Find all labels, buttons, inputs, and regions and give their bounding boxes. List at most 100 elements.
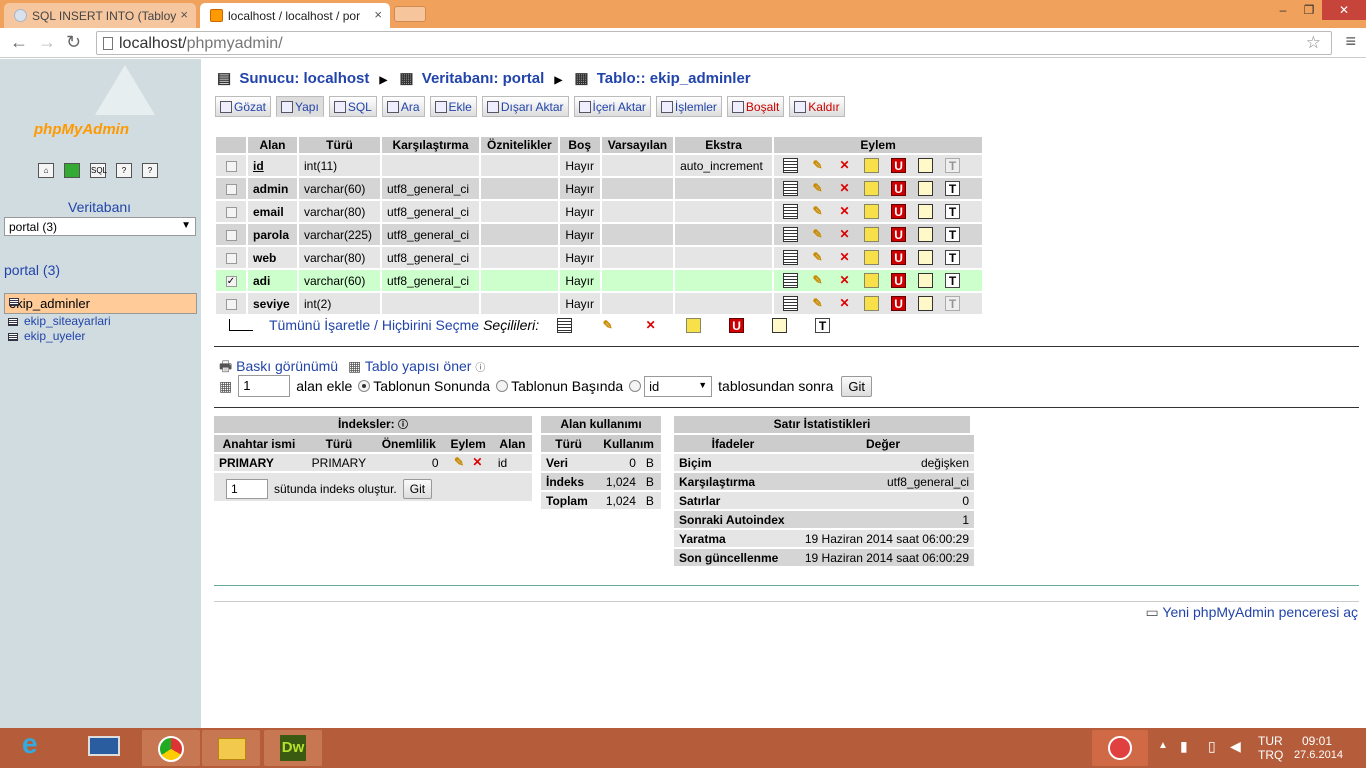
browse-icon[interactable] <box>783 273 799 288</box>
unique-icon[interactable]: U <box>891 227 907 242</box>
row-checkbox[interactable] <box>225 252 237 264</box>
help-icon[interactable]: ⓘ <box>475 363 485 374</box>
unique-icon[interactable]: U <box>729 317 745 333</box>
after-field-select[interactable]: id ▼ <box>644 375 713 397</box>
tray-expand-icon[interactable]: ▲ <box>1158 740 1168 751</box>
help-icon[interactable]: ⓘ <box>398 420 408 431</box>
browser-menu-icon[interactable]: ≡ <box>1345 31 1356 52</box>
radio-table-begin[interactable] <box>496 380 509 392</box>
tab-import[interactable]: İçeri Aktar <box>573 96 651 117</box>
primary-key-icon[interactable] <box>864 204 880 219</box>
propose-structure-link[interactable]: Tablo yapısı öner <box>365 358 472 374</box>
language-indicator[interactable]: TUR TRQ <box>1258 734 1283 762</box>
fulltext-icon[interactable]: T <box>945 227 961 242</box>
drop-x-icon[interactable]: ✕ <box>643 318 658 333</box>
tab-search[interactable]: Ara <box>381 96 425 117</box>
unique-icon[interactable]: U <box>891 273 907 288</box>
fulltext-icon[interactable]: T <box>945 250 961 265</box>
browse-icon[interactable] <box>783 296 799 311</box>
tab-structure[interactable]: Yapı <box>276 96 324 117</box>
tab-insert[interactable]: Ekle <box>429 96 477 117</box>
unique-icon[interactable]: U <box>891 181 907 196</box>
index-icon[interactable] <box>918 250 934 265</box>
index-icon[interactable] <box>918 204 934 219</box>
browser-tab-sql-insert[interactable]: SQL INSERT INTO (Tabloy × <box>4 3 196 28</box>
drop-x-icon[interactable]: ✕ <box>837 273 852 288</box>
index-icon[interactable] <box>918 227 934 242</box>
primary-key-icon[interactable] <box>864 250 880 265</box>
add-field-go-button[interactable]: Git <box>841 375 872 397</box>
tab-sql[interactable]: SQL <box>328 96 377 117</box>
unique-icon[interactable]: U <box>891 158 907 173</box>
clock[interactable]: 09:01 27.6.2014 <box>1294 734 1343 762</box>
ie-icon[interactable]: e <box>14 728 54 766</box>
fulltext-icon[interactable]: T <box>945 181 961 196</box>
index-icon[interactable] <box>918 181 934 196</box>
primary-key-icon[interactable] <box>864 158 880 173</box>
unique-icon[interactable]: U <box>891 296 907 311</box>
primary-key-icon[interactable] <box>864 273 880 288</box>
edit-pencil-icon[interactable]: ✎ <box>810 227 825 242</box>
tab-drop[interactable]: Kaldır <box>789 96 845 117</box>
primary-key-icon[interactable] <box>864 181 880 196</box>
browse-icon[interactable] <box>783 158 799 173</box>
sidebar-table-ekip-siteayarlari[interactable]: ekip_siteayarlari <box>4 314 197 329</box>
forward-icon[interactable]: → <box>38 32 56 52</box>
edit-pencil-icon[interactable]: ✎ <box>600 318 615 333</box>
row-checkbox[interactable] <box>225 298 237 310</box>
check-all-link[interactable]: Tümünü İşaretle / Hiçbirini Seçme <box>269 317 479 333</box>
print-view-link[interactable]: Baskı görünümü <box>236 358 338 374</box>
primary-key-icon[interactable] <box>686 317 702 333</box>
bookmark-star-icon[interactable]: ☆ <box>1306 33 1321 53</box>
edit-pencil-icon[interactable]: ✎ <box>810 250 825 265</box>
drop-x-icon[interactable]: ✕ <box>837 204 852 219</box>
edit-pencil-icon[interactable]: ✎ <box>810 158 825 173</box>
fulltext-icon[interactable]: T <box>945 296 961 311</box>
row-checkbox[interactable] <box>225 206 237 218</box>
browse-icon[interactable] <box>557 317 573 333</box>
fulltext-icon[interactable]: T <box>815 317 831 333</box>
sql-query-icon[interactable]: SQL <box>90 163 107 178</box>
phpmyadmin-logo[interactable]: phpMyAdmin <box>34 121 129 138</box>
documentation-icon[interactable]: ? <box>116 163 132 178</box>
radio-after-field[interactable] <box>629 380 642 392</box>
browse-icon[interactable] <box>783 181 799 196</box>
radio-table-end[interactable] <box>358 380 371 392</box>
row-checkbox[interactable] <box>225 229 237 241</box>
drop-x-icon[interactable]: ✕ <box>837 296 852 311</box>
breadcrumb-server[interactable]: Sunucu: localhost <box>239 70 369 87</box>
exit-icon[interactable] <box>64 163 80 178</box>
browser-tab-phpmyadmin[interactable]: localhost / localhost / por × <box>200 3 390 28</box>
index-columns-input[interactable]: 1 <box>226 479 268 499</box>
tab-export[interactable]: Dışarı Aktar <box>481 96 569 117</box>
new-tab-button[interactable] <box>394 6 426 22</box>
edit-pencil-icon[interactable]: ✎ <box>452 455 467 470</box>
security-tray-icon[interactable] <box>1092 730 1148 766</box>
new-window-link[interactable]: Yeni phpMyAdmin penceresi aç <box>1162 604 1358 620</box>
drop-x-icon[interactable]: ✕ <box>837 250 852 265</box>
drop-x-icon[interactable]: ✕ <box>837 227 852 242</box>
tab-close-icon[interactable]: × <box>180 7 188 22</box>
create-index-go-button[interactable]: Git <box>402 479 433 499</box>
sidebar-table-ekip-adminler[interactable]: ekip_adminler <box>4 293 197 314</box>
volume-icon[interactable]: ◀ <box>1230 738 1241 755</box>
edit-pencil-icon[interactable]: ✎ <box>810 296 825 311</box>
network-icon[interactable]: ▮ <box>1180 738 1188 755</box>
breadcrumb-table[interactable]: Tablo:: ekip_adminler <box>597 70 751 87</box>
close-window-button[interactable]: ✕ <box>1322 0 1366 20</box>
row-checkbox[interactable] <box>225 160 237 172</box>
index-icon[interactable] <box>918 273 934 288</box>
dreamweaver-icon[interactable]: Dw <box>264 730 322 766</box>
unique-icon[interactable]: U <box>891 204 907 219</box>
database-title-link[interactable]: portal (3) <box>4 262 60 278</box>
edit-pencil-icon[interactable]: ✎ <box>810 181 825 196</box>
sidebar-table-ekip-uyeler[interactable]: ekip_uyeler <box>4 329 197 344</box>
browse-icon[interactable] <box>783 250 799 265</box>
tab-browse[interactable]: Gözat <box>215 96 272 117</box>
row-checkbox[interactable] <box>225 183 237 195</box>
drop-x-icon[interactable]: ✕ <box>470 455 485 470</box>
index-icon[interactable] <box>772 317 788 333</box>
edit-pencil-icon[interactable]: ✎ <box>810 204 825 219</box>
tab-close-icon[interactable]: × <box>374 7 382 22</box>
fulltext-icon[interactable]: T <box>945 273 961 288</box>
